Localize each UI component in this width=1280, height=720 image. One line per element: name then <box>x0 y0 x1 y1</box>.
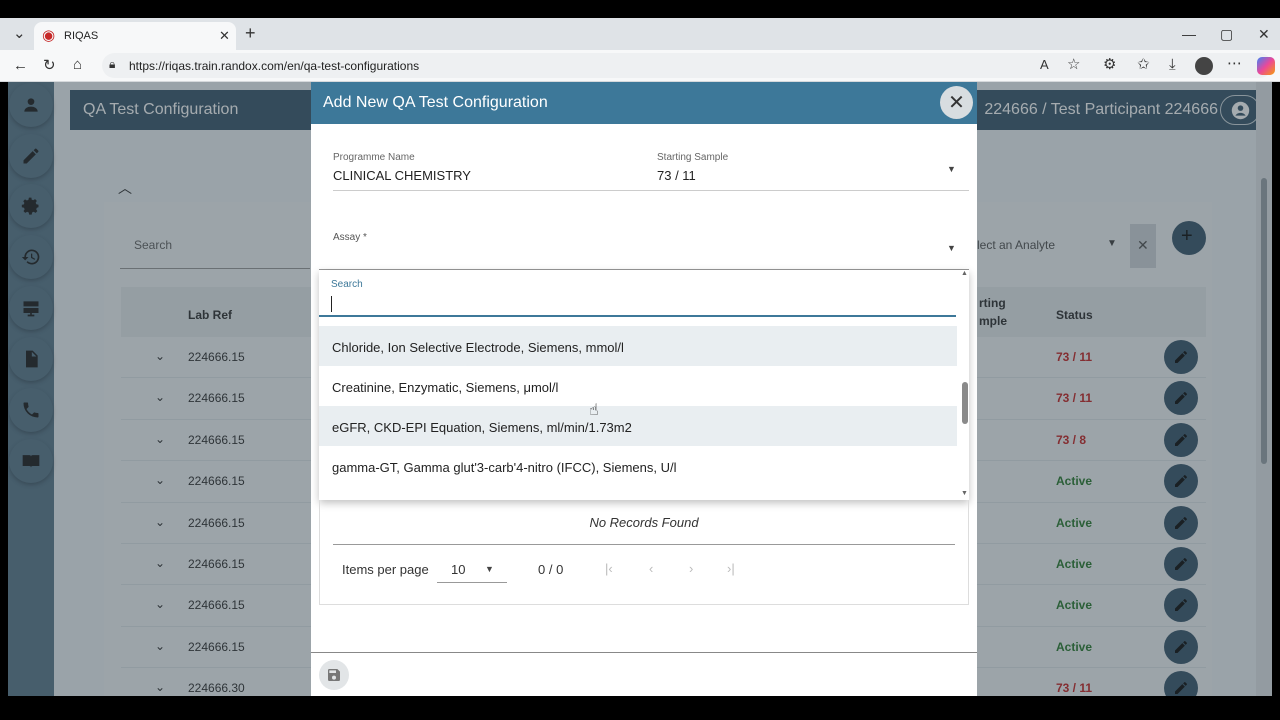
programme-label: Programme Name <box>333 152 415 163</box>
assay-option[interactable]: Creatinine, Enzymatic, Siemens, μmol/l <box>319 366 957 406</box>
screen: ⌄ ◉ RIQAS ✕ + — ▢ ✕ ← ↻ ⌂ 🔒︎ https://riq… <box>0 0 1280 720</box>
items-per-page-value: 10 <box>451 562 466 577</box>
downloads-icon[interactable]: ⤓ <box>1169 57 1176 72</box>
home-icon[interactable]: ⌂ <box>73 57 82 72</box>
profile-avatar[interactable] <box>1195 57 1213 75</box>
items-per-page-dropdown-icon: ▼ <box>485 564 494 574</box>
programme-divider <box>333 190 969 191</box>
items-per-page-label: Items per page <box>342 562 429 577</box>
new-tab-icon[interactable]: + <box>245 24 256 42</box>
dialog-title: Add New QA Test Configuration <box>323 94 548 111</box>
sample-label: Starting Sample <box>657 152 729 163</box>
reload-icon[interactable]: ↻ <box>43 58 56 73</box>
save-icon <box>328 669 340 681</box>
favorite-star-icon[interactable]: ☆ <box>1067 57 1080 72</box>
sample-dropdown-icon[interactable]: ▼ <box>947 164 956 174</box>
dropdown-search-input[interactable] <box>319 294 956 317</box>
dropdown-search-label: Search <box>331 279 363 290</box>
last-page-icon[interactable]: ›| <box>727 561 735 576</box>
items-per-page-select[interactable]: 10 ▼ <box>437 556 507 583</box>
url-text: https://riqas.train.randox.com/en/qa-tes… <box>129 59 420 73</box>
read-aloud-icon[interactable]: A <box>1040 58 1049 71</box>
tab-title: RIQAS <box>64 30 99 42</box>
assay-option[interactable]: Chloride, Ion Selective Electrode, Sieme… <box>319 326 957 366</box>
assay-option[interactable]: eGFR, CKD-EPI Equation, Siemens, ml/min/… <box>319 406 957 446</box>
site-favicon-icon: ◉ <box>42 27 56 44</box>
programme-value: CLINICAL CHEMISTRY <box>333 168 471 183</box>
range-label: 0 / 0 <box>538 562 564 577</box>
restore-icon[interactable]: ▢ <box>1220 27 1233 41</box>
dropdown-scrollbar-thumb[interactable] <box>962 382 968 424</box>
add-config-dialog: Add New QA Test Configuration ✕ Programm… <box>311 82 977 696</box>
extensions-icon[interactable]: ⚙ <box>1103 57 1116 72</box>
text-caret <box>331 296 332 312</box>
dialog-header: Add New QA Test Configuration ✕ <box>311 82 977 124</box>
prev-page-icon[interactable]: ‹ <box>649 561 653 576</box>
no-records-text: No Records Found <box>589 515 699 530</box>
assay-dropdown-icon[interactable]: ▼ <box>947 243 956 253</box>
scroll-down-icon[interactable]: ▼ <box>961 490 968 497</box>
first-page-icon[interactable]: |‹ <box>605 561 613 576</box>
assay-dropdown-panel: Search Chloride, Ion Selective Electrode… <box>319 270 969 500</box>
copilot-icon[interactable] <box>1257 57 1275 75</box>
assay-option[interactable]: gamma-GT, Gamma glut'3-carb'4-nitro (IFC… <box>319 446 957 486</box>
favorites-icon[interactable]: ✩ <box>1137 57 1150 72</box>
assay-label: Assay * <box>333 232 367 243</box>
footer-divider <box>311 652 977 653</box>
tab-close-icon[interactable]: ✕ <box>219 29 230 42</box>
more-icon[interactable]: ⋯ <box>1227 56 1242 71</box>
tab-list-icon[interactable]: ⌄ <box>13 26 26 41</box>
address-bar: ← ↻ ⌂ 🔒︎ https://riqas.train.randox.com/… <box>0 50 1280 82</box>
dialog-close-button[interactable]: ✕ <box>940 86 973 119</box>
save-button[interactable] <box>319 660 349 690</box>
window-close-icon[interactable]: ✕ <box>1258 27 1270 41</box>
next-page-icon[interactable]: › <box>689 561 693 576</box>
sample-select[interactable]: 73 / 11 <box>657 168 696 183</box>
paginator: Items per page 10 ▼ 0 / 0 |‹ ‹ › ›| <box>333 546 955 590</box>
close-icon: ✕ <box>948 92 965 114</box>
scroll-up-icon[interactable]: ▲ <box>961 270 968 277</box>
lock-icon: 🔒︎ <box>109 57 116 71</box>
browser-tab[interactable]: ◉ RIQAS ✕ <box>34 22 236 50</box>
pointer-cursor-icon: ☝ <box>589 402 599 419</box>
url-field[interactable]: 🔒︎ https://riqas.train.randox.com/en/qa-… <box>102 53 1272 78</box>
minimize-icon[interactable]: — <box>1182 27 1196 41</box>
browser-tabbar: ⌄ ◉ RIQAS ✕ + <box>0 18 1280 50</box>
back-icon[interactable]: ← <box>13 58 28 73</box>
no-records-row: No Records Found <box>333 499 955 545</box>
